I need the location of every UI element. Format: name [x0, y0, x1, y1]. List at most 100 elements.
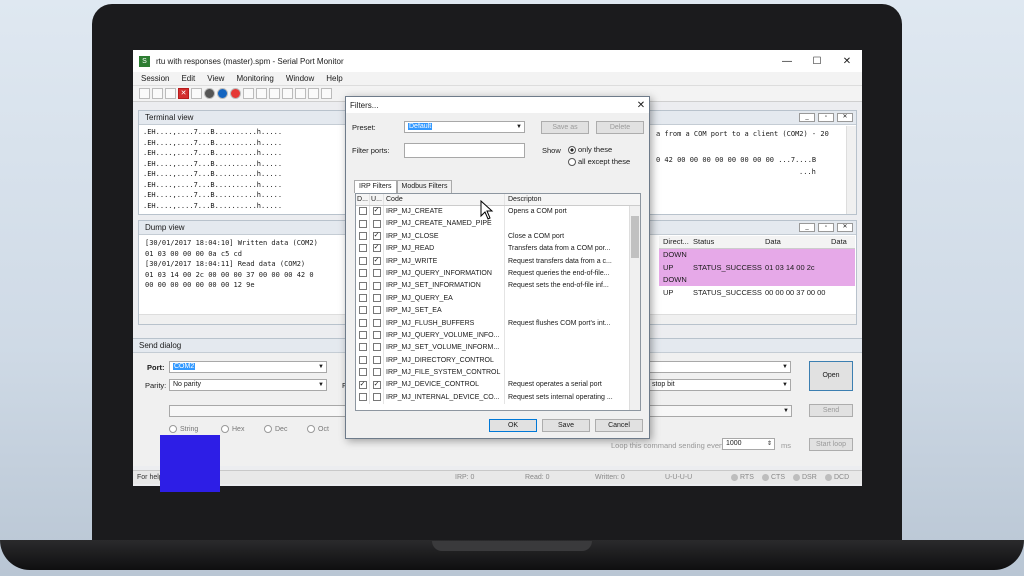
- column-description[interactable]: Descripton: [505, 194, 629, 205]
- show-only-radio[interactable]: only these: [568, 145, 612, 154]
- table-row[interactable]: DOWN: [659, 273, 855, 286]
- u-checkbox[interactable]: [372, 343, 381, 352]
- column-d[interactable]: D...: [356, 194, 370, 205]
- table-row[interactable]: UP STATUS_SUCCESS 01 03 14 00 2c: [659, 261, 855, 274]
- delete-icon[interactable]: ✕: [178, 88, 189, 99]
- d-checkbox[interactable]: [358, 281, 367, 290]
- d-checkbox[interactable]: [358, 393, 367, 402]
- filter-row[interactable]: ✓ IRP_MJ_CLOSE Close a COM port: [356, 230, 640, 244]
- menu-session[interactable]: Session: [141, 74, 169, 83]
- panel-minimize-icon[interactable]: _: [799, 113, 815, 122]
- column-data-2[interactable]: Data: [827, 237, 855, 246]
- column-u[interactable]: U...: [370, 194, 384, 205]
- tab-modbus-filters[interactable]: Modbus Filters: [396, 180, 453, 193]
- new-file-icon[interactable]: [139, 88, 150, 99]
- filter-ports-input[interactable]: [404, 143, 525, 158]
- open-button[interactable]: Open: [809, 361, 853, 391]
- send-button[interactable]: Send: [809, 404, 853, 417]
- view-filter-icon[interactable]: [321, 88, 332, 99]
- d-checkbox[interactable]: [358, 306, 367, 315]
- filter-row[interactable]: IRP_MJ_DIRECTORY_CONTROL: [356, 354, 640, 368]
- panel-minimize-icon[interactable]: _: [799, 223, 815, 232]
- scrollbar-thumb[interactable]: [631, 216, 639, 258]
- view-send-icon[interactable]: [295, 88, 306, 99]
- view-terminal-icon[interactable]: [282, 88, 293, 99]
- view-grid-icon[interactable]: [243, 88, 254, 99]
- format-dec-radio[interactable]: Dec: [264, 425, 287, 433]
- save-icon[interactable]: [165, 88, 176, 99]
- u-checkbox[interactable]: [372, 219, 381, 228]
- play-icon[interactable]: [204, 88, 215, 99]
- start-loop-button[interactable]: Start loop: [809, 438, 853, 451]
- save-button[interactable]: Save: [542, 419, 590, 432]
- parity-select[interactable]: No parity ▼: [169, 379, 327, 391]
- format-oct-radio[interactable]: Oct: [307, 425, 329, 433]
- pause-icon[interactable]: [217, 88, 228, 99]
- format-hex-radio[interactable]: Hex: [221, 425, 244, 433]
- d-checkbox[interactable]: ✓: [358, 380, 367, 389]
- d-checkbox[interactable]: [358, 343, 367, 352]
- cancel-button[interactable]: Cancel: [595, 419, 643, 432]
- preset-select[interactable]: Default ▼: [404, 121, 525, 133]
- d-checkbox[interactable]: [358, 244, 367, 253]
- panel-close-icon[interactable]: ✕: [837, 223, 853, 232]
- refresh-icon[interactable]: [191, 88, 202, 99]
- d-checkbox[interactable]: [358, 207, 367, 216]
- u-checkbox[interactable]: ✓: [372, 244, 381, 253]
- d-checkbox[interactable]: [358, 293, 367, 302]
- d-checkbox[interactable]: [358, 331, 367, 340]
- minimize-button[interactable]: —: [772, 56, 802, 67]
- d-checkbox[interactable]: [358, 269, 367, 278]
- filter-row[interactable]: IRP_MJ_QUERY_INFORMATION Request queries …: [356, 267, 640, 281]
- filter-row[interactable]: IRP_MJ_FLUSH_BUFFERS Request flushes COM …: [356, 317, 640, 330]
- ok-button[interactable]: OK: [489, 419, 537, 432]
- d-checkbox[interactable]: [358, 219, 367, 228]
- terminal-scrollbar[interactable]: [846, 126, 856, 214]
- menu-window[interactable]: Window: [286, 74, 314, 83]
- menu-edit[interactable]: Edit: [181, 74, 195, 83]
- filter-row[interactable]: IRP_MJ_SET_VOLUME_INFORM...: [356, 342, 640, 355]
- u-checkbox[interactable]: ✓: [372, 207, 381, 216]
- filter-row[interactable]: ✓ IRP_MJ_CREATE Opens a COM port: [356, 206, 640, 219]
- panel-close-icon[interactable]: ✕: [837, 113, 853, 122]
- column-status[interactable]: Status: [689, 237, 761, 246]
- u-checkbox[interactable]: [372, 318, 381, 327]
- d-checkbox[interactable]: [358, 355, 367, 364]
- u-checkbox[interactable]: [372, 331, 381, 340]
- delete-button[interactable]: Delete: [596, 121, 644, 134]
- close-button[interactable]: ✕: [832, 56, 862, 67]
- u-checkbox[interactable]: [372, 293, 381, 302]
- baud-select[interactable]: ▼: [648, 361, 791, 373]
- column-direction[interactable]: Direct...: [659, 237, 689, 246]
- menu-help[interactable]: Help: [326, 74, 342, 83]
- filter-row[interactable]: ✓ IRP_MJ_WRITE Request transfers data from…: [356, 255, 640, 268]
- filter-row[interactable]: ✓ IRP_MJ_READ Transfers data from a COM po…: [356, 243, 640, 256]
- open-folder-icon[interactable]: [152, 88, 163, 99]
- view-modbus-icon[interactable]: [308, 88, 319, 99]
- filter-row[interactable]: IRP_MJ_INTERNAL_DEVICE_CO... Request sets…: [356, 391, 640, 405]
- view-dump-icon[interactable]: [269, 88, 280, 99]
- d-checkbox[interactable]: [358, 318, 367, 327]
- table-row[interactable]: UP STATUS_SUCCESS 00 00 00 37 00 00: [659, 286, 855, 299]
- table-row[interactable]: DOWN: [659, 248, 855, 261]
- d-checkbox[interactable]: [358, 368, 367, 377]
- u-checkbox[interactable]: ✓: [372, 256, 381, 265]
- d-checkbox[interactable]: [358, 231, 367, 240]
- format-string-radio[interactable]: String: [169, 425, 198, 433]
- stop-icon[interactable]: [230, 88, 241, 99]
- u-checkbox[interactable]: [372, 281, 381, 290]
- u-checkbox[interactable]: [372, 306, 381, 315]
- u-checkbox[interactable]: [372, 269, 381, 278]
- column-data[interactable]: Data: [761, 237, 827, 246]
- filter-row[interactable]: IRP_MJ_CREATE_NAMED_PIPE: [356, 218, 640, 231]
- filter-row[interactable]: IRP_MJ_SET_INFORMATION Request sets the e…: [356, 280, 640, 293]
- filter-row[interactable]: IRP_MJ_QUERY_EA: [356, 292, 640, 306]
- u-checkbox[interactable]: [372, 355, 381, 364]
- spinner-icon[interactable]: ⇕: [767, 439, 772, 449]
- menu-view[interactable]: View: [207, 74, 224, 83]
- filter-row[interactable]: IRP_MJ_QUERY_VOLUME_INFO...: [356, 329, 640, 343]
- port-select[interactable]: COM2 ▼: [169, 361, 327, 373]
- u-checkbox[interactable]: ✓: [372, 231, 381, 240]
- grid-scrollbar[interactable]: [629, 206, 640, 410]
- filter-row[interactable]: IRP_MJ_FILE_SYSTEM_CONTROL: [356, 367, 640, 380]
